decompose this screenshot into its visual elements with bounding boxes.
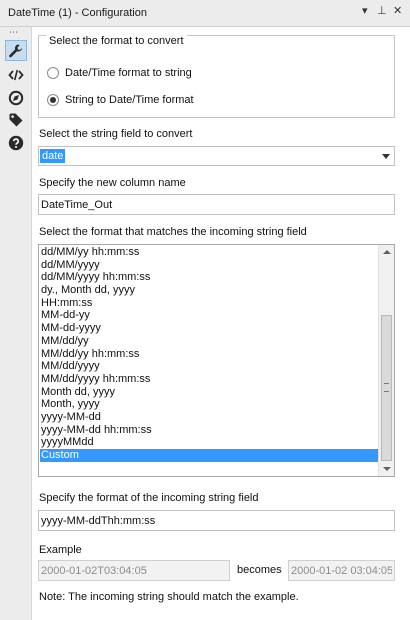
wrench-icon: [9, 44, 22, 57]
new-column-label: Specify the new column name: [39, 177, 186, 189]
list-item[interactable]: dy., Month dd, yyyy: [40, 284, 378, 297]
list-item[interactable]: MM/dd/yyyy hh:mm:ss: [40, 373, 378, 386]
list-item[interactable]: HH:mm:ss: [40, 297, 378, 310]
chevron-down-icon[interactable]: [382, 154, 390, 159]
example-output-field: [288, 560, 395, 581]
radio-button-selected[interactable]: [47, 94, 59, 106]
scrollbar-thumb[interactable]: [381, 315, 392, 461]
becomes-label: becomes: [237, 564, 282, 576]
string-field-value: date: [40, 149, 66, 163]
scroll-up-icon[interactable]: [383, 250, 391, 254]
help-icon: [8, 135, 24, 150]
custom-format-input[interactable]: [38, 510, 395, 531]
list-item[interactable]: yyyy-MM-dd: [40, 411, 378, 424]
list-item-selected[interactable]: Custom: [40, 449, 378, 462]
list-item[interactable]: MM/dd/yy: [40, 335, 378, 348]
window-title: DateTime (1) - Configuration: [8, 7, 147, 19]
compass-icon: [8, 90, 24, 105]
convert-direction-group: Select the format to convert Date/Time f…: [38, 35, 395, 118]
list-item[interactable]: MM/dd/yyyy: [40, 360, 378, 373]
example-input-field: [38, 560, 230, 581]
menu-dropdown-icon[interactable]: ▾: [362, 4, 368, 17]
tag-icon: [9, 113, 23, 126]
format-listbox[interactable]: dd/MM/yy hh:mm:ss dd/MM/yyyy dd/MM/yyyy hh…: [38, 244, 395, 477]
metainfo-button[interactable]: [5, 109, 27, 130]
code-icon: [8, 69, 24, 80]
radio-datetime-to-string[interactable]: Date/Time format to string: [47, 67, 192, 79]
scroll-down-icon[interactable]: [383, 467, 391, 471]
list-item[interactable]: MM-dd-yyyy: [40, 322, 378, 335]
example-label: Example: [39, 544, 82, 556]
custom-format-label: Specify the format of the incoming strin…: [39, 492, 259, 504]
new-column-input[interactable]: [38, 194, 395, 215]
help-button[interactable]: [5, 132, 27, 153]
list-item[interactable]: Month dd, yyyy: [40, 386, 378, 399]
annotation-button[interactable]: [5, 64, 27, 85]
close-icon[interactable]: ✕: [393, 4, 402, 17]
list-item[interactable]: Month, yyyy: [40, 398, 378, 411]
config-sidebar: ⋯: [0, 27, 32, 620]
list-item[interactable]: yyyyMMdd: [40, 436, 378, 449]
convert-direction-legend: Select the format to convert: [46, 35, 187, 47]
radio-string-to-datetime[interactable]: String to Date/Time format: [47, 94, 194, 106]
list-item[interactable]: dd/MM/yyyy hh:mm:ss: [40, 271, 378, 284]
string-field-select[interactable]: date: [38, 146, 395, 166]
radio-label: String to Date/Time format: [65, 94, 194, 106]
pin-icon[interactable]: ⊥: [377, 4, 387, 17]
navigation-button[interactable]: [5, 87, 27, 108]
title-bar: DateTime (1) - Configuration ▾ ⊥ ✕: [0, 0, 410, 27]
list-item[interactable]: dd/MM/yy hh:mm:ss: [40, 246, 378, 259]
tool-config-button[interactable]: [5, 40, 27, 61]
listbox-scrollbar[interactable]: [378, 245, 394, 476]
config-panel: Select the format to convert Date/Time f…: [32, 27, 410, 620]
example-note: Note: The incoming string should match t…: [39, 591, 299, 603]
list-item[interactable]: dd/MM/yyyy: [40, 259, 378, 272]
format-list-items: dd/MM/yy hh:mm:ss dd/MM/yyyy dd/MM/yyyy hh…: [40, 246, 378, 462]
list-item[interactable]: yyyy-MM-dd hh:mm:ss: [40, 424, 378, 437]
list-item[interactable]: MM-dd-yy: [40, 309, 378, 322]
format-list-label: Select the format that matches the incom…: [39, 226, 307, 238]
grip-icon: ⋯: [9, 27, 19, 37]
radio-label: Date/Time format to string: [65, 67, 192, 79]
string-field-label: Select the string field to convert: [39, 128, 193, 140]
radio-button[interactable]: [47, 67, 59, 79]
list-item[interactable]: MM/dd/yy hh:mm:ss: [40, 348, 378, 361]
